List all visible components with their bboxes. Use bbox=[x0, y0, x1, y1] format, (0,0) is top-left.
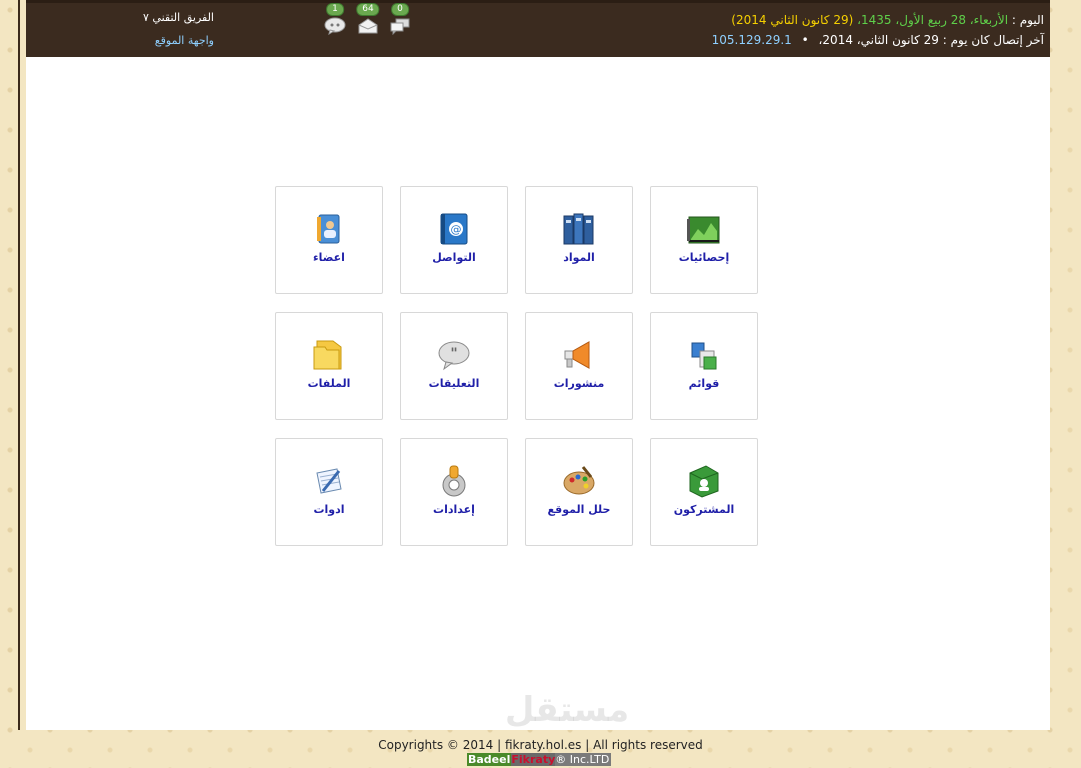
comments-icon: " bbox=[438, 341, 470, 371]
tile-subscribers[interactable]: المشتركون bbox=[650, 438, 758, 546]
footer-copyright: Copyrights © 2014 | fikraty.hol.es | All… bbox=[378, 738, 703, 752]
tile-site-themes-label: حلل الموقع bbox=[547, 503, 611, 516]
chat-notification[interactable]: 0 bbox=[385, 3, 415, 39]
tile-members-label: اعضاء bbox=[313, 251, 345, 264]
tile-posts-label: منشورات bbox=[553, 377, 605, 390]
today-hijri-date: الأربعاء، 28 ربيع الأول، 1435، bbox=[857, 13, 1009, 27]
megaphone-icon bbox=[564, 341, 590, 369]
settings-gear-icon bbox=[442, 465, 466, 497]
comment-icon bbox=[324, 17, 346, 35]
subscribers-icon bbox=[689, 465, 719, 498]
svg-text:@: @ bbox=[451, 223, 462, 236]
tile-comments-label: التعليقات bbox=[428, 377, 480, 390]
tile-materials-label: المواد bbox=[563, 251, 595, 264]
tile-files-label: الملفات bbox=[307, 377, 351, 390]
dashboard-grid: إحصائيات المواد @ التواصل اعضاء قوائم من… bbox=[275, 186, 761, 548]
left-border-line bbox=[18, 0, 20, 730]
user-info: الفريق التقني ٧ واجهة الموقع bbox=[136, 11, 214, 47]
watermark-logo: مستقل bbox=[504, 690, 630, 730]
menus-icon bbox=[691, 342, 717, 370]
tile-tools[interactable]: ادوات bbox=[275, 438, 383, 546]
mail-icon bbox=[358, 18, 378, 34]
tile-menus-label: قوائم bbox=[688, 377, 720, 390]
tile-members[interactable]: اعضاء bbox=[275, 186, 383, 294]
user-name: الفريق التقني ٧ bbox=[143, 11, 214, 24]
tile-comments[interactable]: " التعليقات bbox=[400, 312, 508, 420]
credit-fikraty: Fikraty bbox=[511, 753, 556, 766]
members-icon bbox=[317, 214, 340, 244]
tile-contact-label: التواصل bbox=[432, 251, 476, 264]
tile-statistics-label: إحصائيات bbox=[678, 251, 730, 264]
mail-count-badge: 64 bbox=[356, 3, 380, 16]
top-status-bar: اليوم : الأربعاء، 28 ربيع الأول، 1435، (… bbox=[26, 0, 1050, 57]
folder-icon bbox=[313, 340, 342, 370]
palette-icon bbox=[563, 466, 595, 495]
last-visit-text: آخر إتصال كان يوم : 29 كانون الثاني، 201… bbox=[818, 33, 1044, 47]
mail-notification[interactable]: 64 bbox=[353, 3, 383, 39]
separator-bullet: • bbox=[801, 33, 809, 47]
svg-text:": " bbox=[450, 346, 457, 362]
credit-badeel: Badeel bbox=[467, 753, 512, 766]
tile-contact[interactable]: @ التواصل bbox=[400, 186, 508, 294]
comments-count-badge: 1 bbox=[326, 3, 344, 16]
tile-tools-label: ادوات bbox=[313, 503, 345, 516]
tile-menus[interactable]: قوائم bbox=[650, 312, 758, 420]
admin-panel-frame: اليوم : الأربعاء، 28 ربيع الأول، 1435، (… bbox=[26, 0, 1050, 730]
site-frontend-link[interactable]: واجهة الموقع bbox=[136, 34, 214, 47]
chat-count-badge: 0 bbox=[391, 3, 409, 16]
address-book-icon: @ bbox=[440, 213, 468, 245]
tile-subscribers-label: المشتركون bbox=[673, 503, 735, 516]
tile-statistics[interactable]: إحصائيات bbox=[650, 186, 758, 294]
books-icon bbox=[563, 213, 594, 245]
tile-materials[interactable]: المواد bbox=[525, 186, 633, 294]
tile-settings[interactable]: إعدادات bbox=[400, 438, 508, 546]
statistics-icon bbox=[687, 216, 720, 244]
comments-notification[interactable]: 1 bbox=[320, 3, 350, 39]
ip-address: 105.129.29.1 bbox=[711, 33, 792, 47]
tools-notepad-icon bbox=[316, 468, 342, 494]
chat-icon bbox=[390, 18, 410, 35]
tile-settings-label: إعدادات bbox=[433, 503, 475, 516]
tile-posts[interactable]: منشورات bbox=[525, 312, 633, 420]
tile-files[interactable]: الملفات bbox=[275, 312, 383, 420]
footer-credit: BadeelFikraty® Inc.LTD bbox=[467, 752, 612, 767]
tile-site-themes[interactable]: حلل الموقع bbox=[525, 438, 633, 546]
today-gregorian-date: (29 كانون الثاني 2014) bbox=[731, 13, 854, 27]
credit-suffix: ® Inc.LTD bbox=[555, 753, 612, 766]
today-date-line: اليوم : الأربعاء، 28 ربيع الأول، 1435، (… bbox=[731, 13, 1044, 27]
today-label: اليوم : bbox=[1011, 13, 1044, 27]
last-visit-line: آخر إتصال كان يوم : 29 كانون الثاني، 201… bbox=[712, 33, 1044, 47]
